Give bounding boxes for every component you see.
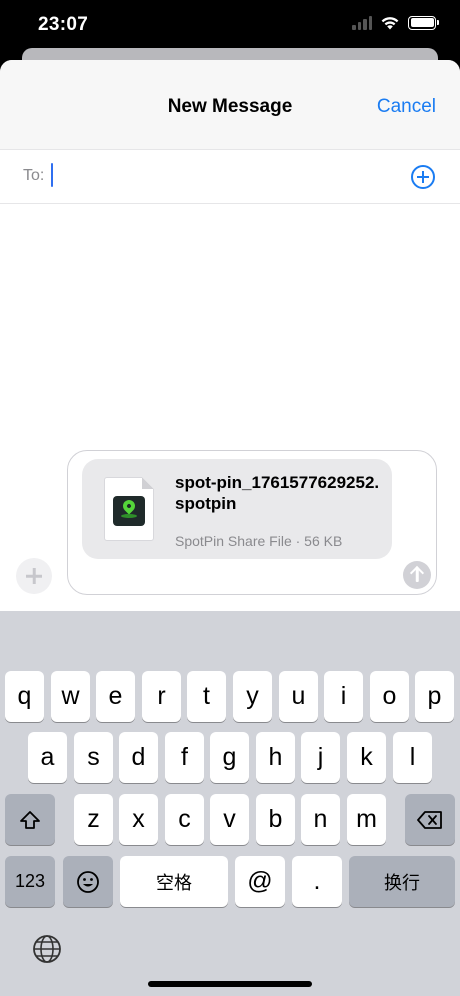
key-r[interactable]: r <box>142 671 181 722</box>
key-b[interactable]: b <box>256 794 295 845</box>
key-j[interactable]: j <box>301 732 340 783</box>
status-time: 23:07 <box>38 14 89 35</box>
spotpin-app-icon <box>113 496 145 526</box>
keyboard: q w e r t y u i o p a s d f g h j k l z … <box>0 611 460 996</box>
message-composer[interactable]: spot-pin_1761577629252.spotpin SpotPin S… <box>67 450 437 595</box>
emoji-icon <box>77 870 99 893</box>
numbers-key[interactable]: 123 <box>5 856 55 907</box>
key-p[interactable]: p <box>415 671 454 722</box>
key-m[interactable]: m <box>347 794 386 845</box>
globe-icon[interactable] <box>31 933 63 965</box>
delete-key[interactable] <box>405 794 455 845</box>
status-icons <box>352 15 439 30</box>
key-k[interactable]: k <box>347 732 386 783</box>
key-g[interactable]: g <box>210 732 249 783</box>
key-y[interactable]: y <box>233 671 272 722</box>
return-key[interactable]: 换行 <box>349 856 455 907</box>
key-d[interactable]: d <box>119 732 158 783</box>
text-cursor <box>51 163 53 187</box>
space-key[interactable]: 空格 <box>120 856 228 907</box>
wifi-icon <box>381 17 399 30</box>
map-pin-icon <box>120 497 138 515</box>
key-l[interactable]: l <box>393 732 432 783</box>
sheet-header: New Message Cancel <box>0 60 460 150</box>
document-icon <box>104 477 154 541</box>
emoji-key[interactable] <box>63 856 113 907</box>
shift-key[interactable] <box>5 794 55 845</box>
shift-icon <box>20 810 40 829</box>
apps-plus-button[interactable] <box>16 558 52 594</box>
key-t[interactable]: t <box>187 671 226 722</box>
key-n[interactable]: n <box>301 794 340 845</box>
cellular-signal-icon <box>352 15 372 30</box>
key-h[interactable]: h <box>256 732 295 783</box>
key-e[interactable]: e <box>96 671 135 722</box>
to-field[interactable]: To: <box>0 150 460 204</box>
attachment-card[interactable]: spot-pin_1761577629252.spotpin SpotPin S… <box>82 459 392 559</box>
key-c[interactable]: c <box>165 794 204 845</box>
key-z[interactable]: z <box>74 794 113 845</box>
key-w[interactable]: w <box>51 671 90 722</box>
key-a[interactable]: a <box>28 732 67 783</box>
cancel-button[interactable]: Cancel <box>377 96 436 118</box>
status-bar: 23:07 <box>0 0 460 50</box>
period-key[interactable]: . <box>292 856 342 907</box>
battery-icon <box>408 15 439 30</box>
key-q[interactable]: q <box>5 671 44 722</box>
at-key[interactable]: @ <box>235 856 285 907</box>
key-v[interactable]: v <box>210 794 249 845</box>
key-f[interactable]: f <box>165 732 204 783</box>
delete-icon <box>417 810 442 829</box>
attachment-meta: SpotPin Share File · 56 KB <box>175 533 343 549</box>
to-label: To: <box>23 167 45 184</box>
add-contact-icon[interactable] <box>411 165 435 189</box>
key-x[interactable]: x <box>119 794 158 845</box>
home-indicator <box>148 981 312 987</box>
key-i[interactable]: i <box>324 671 363 722</box>
send-arrow-icon[interactable] <box>403 561 431 589</box>
key-u[interactable]: u <box>279 671 318 722</box>
attachment-file-name: spot-pin_1761577629252.spotpin <box>175 473 380 513</box>
key-o[interactable]: o <box>370 671 409 722</box>
new-message-sheet: New Message Cancel To: spot-pin_17615776… <box>0 60 460 620</box>
key-s[interactable]: s <box>74 732 113 783</box>
